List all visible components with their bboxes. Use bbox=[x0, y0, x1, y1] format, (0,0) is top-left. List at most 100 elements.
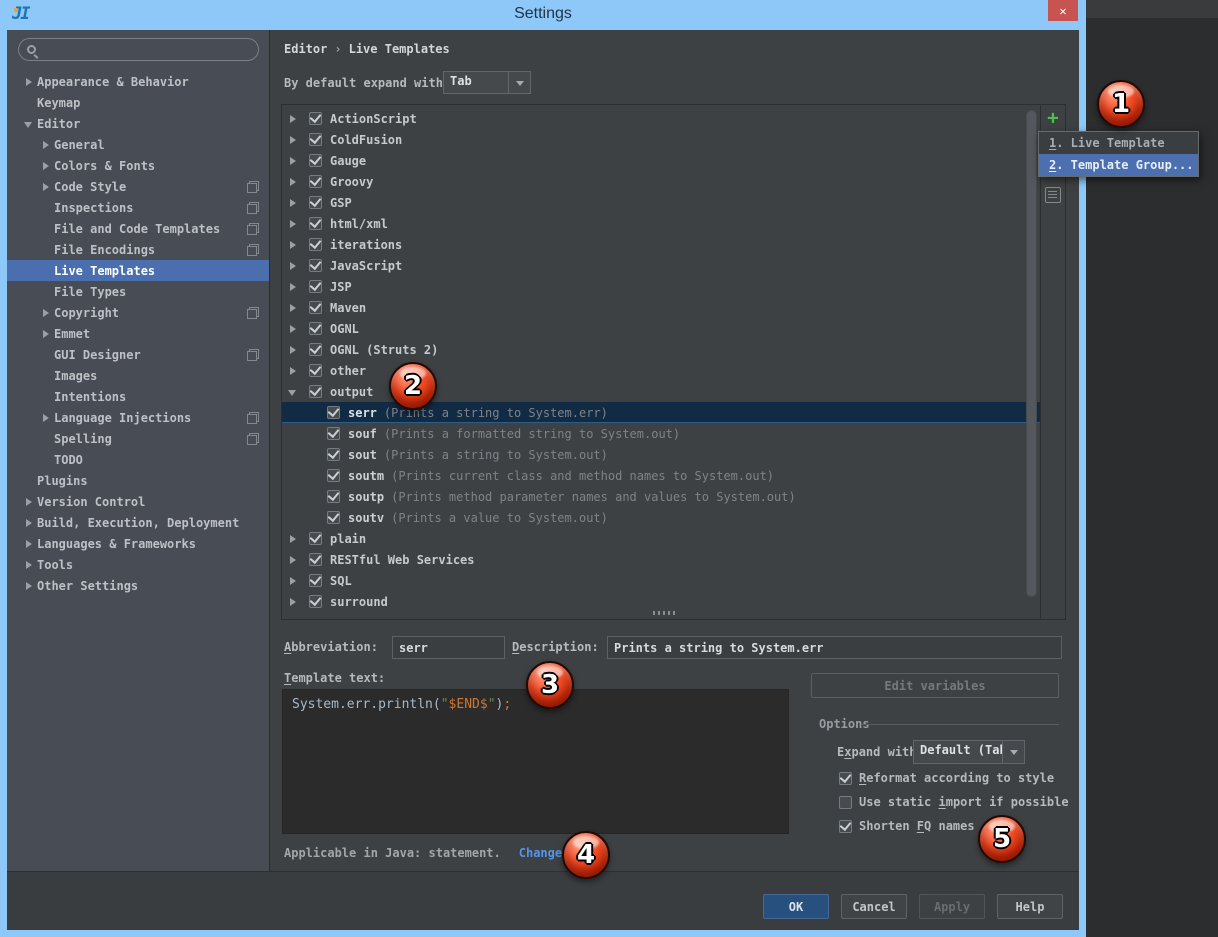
template-serr[interactable]: serr(Prints a string to System.err) bbox=[282, 402, 1040, 423]
sidebar-item-build-execution-deployment[interactable]: Build, Execution, Deployment bbox=[7, 512, 269, 533]
template-checkbox[interactable] bbox=[309, 112, 322, 125]
template-checkbox[interactable] bbox=[309, 280, 322, 293]
sidebar-item-file-encodings[interactable]: File Encodings bbox=[7, 239, 269, 260]
expand-arrow-icon[interactable] bbox=[287, 239, 301, 251]
chevron-down-icon[interactable] bbox=[1002, 741, 1024, 763]
template-group-surround[interactable]: surround bbox=[282, 591, 1040, 612]
sidebar-item-copyright[interactable]: Copyright bbox=[7, 302, 269, 323]
expand-arrow-icon[interactable] bbox=[287, 575, 301, 587]
breadcrumb-editor[interactable]: Editor bbox=[284, 42, 327, 56]
template-group-plain[interactable]: plain bbox=[282, 528, 1040, 549]
sidebar-item-live-templates[interactable]: Live Templates bbox=[7, 260, 269, 281]
expand-with-select[interactable]: Default (Tab) bbox=[913, 740, 1025, 764]
template-checkbox[interactable] bbox=[327, 406, 340, 419]
template-soutp[interactable]: soutp(Prints method parameter names and … bbox=[282, 486, 1040, 507]
template-group-jsp[interactable]: JSP bbox=[282, 276, 1040, 297]
sidebar-item-file-and-code-templates[interactable]: File and Code Templates bbox=[7, 218, 269, 239]
option-checkbox[interactable] bbox=[839, 820, 852, 833]
sidebar-item-keymap[interactable]: Keymap bbox=[7, 92, 269, 113]
expand-arrow-icon[interactable] bbox=[287, 386, 301, 398]
template-checkbox[interactable] bbox=[309, 217, 322, 230]
template-checkbox[interactable] bbox=[327, 469, 340, 482]
template-group-javascript[interactable]: JavaScript bbox=[282, 255, 1040, 276]
sidebar-item-appearance-behavior[interactable]: Appearance & Behavior bbox=[7, 71, 269, 92]
template-group-coldfusion[interactable]: ColdFusion bbox=[282, 129, 1040, 150]
ok-button[interactable]: OK bbox=[763, 894, 829, 919]
template-group-sql[interactable]: SQL bbox=[282, 570, 1040, 591]
expand-arrow-icon[interactable] bbox=[287, 218, 301, 230]
add-template-icon[interactable]: + bbox=[1041, 108, 1065, 128]
template-group-gsp[interactable]: GSP bbox=[282, 192, 1040, 213]
expand-arrow-icon[interactable] bbox=[23, 76, 37, 88]
expand-arrow-icon[interactable] bbox=[40, 307, 54, 319]
cancel-button[interactable]: Cancel bbox=[841, 894, 907, 919]
sidebar-item-version-control[interactable]: Version Control bbox=[7, 491, 269, 512]
close-button[interactable]: ✕ bbox=[1048, 0, 1078, 21]
template-checkbox[interactable] bbox=[309, 238, 322, 251]
expand-arrow-icon[interactable] bbox=[287, 176, 301, 188]
template-group-ognl[interactable]: OGNL bbox=[282, 318, 1040, 339]
sidebar-item-general[interactable]: General bbox=[7, 134, 269, 155]
template-sout[interactable]: sout(Prints a string to System.out) bbox=[282, 444, 1040, 465]
popup-item-live-template[interactable]: 1. Live Template bbox=[1039, 132, 1198, 154]
expand-arrow-icon[interactable] bbox=[23, 496, 37, 508]
template-soutv[interactable]: soutv(Prints a value to System.out) bbox=[282, 507, 1040, 528]
expand-arrow-icon[interactable] bbox=[40, 160, 54, 172]
expand-arrow-icon[interactable] bbox=[23, 580, 37, 592]
expand-arrow-icon[interactable] bbox=[287, 596, 301, 608]
template-group-maven[interactable]: Maven bbox=[282, 297, 1040, 318]
option-checkbox[interactable] bbox=[839, 796, 852, 809]
template-group-restful-web-services[interactable]: RESTful Web Services bbox=[282, 549, 1040, 570]
sidebar-item-tools[interactable]: Tools bbox=[7, 554, 269, 575]
expand-arrow-icon[interactable] bbox=[287, 344, 301, 356]
option-shorten-fq-names[interactable]: Shorten FQ names bbox=[839, 819, 975, 833]
sidebar-item-code-style[interactable]: Code Style bbox=[7, 176, 269, 197]
expand-arrow-icon[interactable] bbox=[23, 517, 37, 529]
template-checkbox[interactable] bbox=[327, 448, 340, 461]
option-reformat-according-to-style[interactable]: Reformat according to style bbox=[839, 771, 1054, 785]
expand-arrow-icon[interactable] bbox=[40, 328, 54, 340]
template-checkbox[interactable] bbox=[309, 595, 322, 608]
sidebar-item-images[interactable]: Images bbox=[7, 365, 269, 386]
option-use-static-import-if-possible[interactable]: Use static import if possible bbox=[839, 795, 1069, 809]
description-input[interactable] bbox=[607, 636, 1062, 659]
template-checkbox[interactable] bbox=[309, 343, 322, 356]
template-checkbox[interactable] bbox=[327, 511, 340, 524]
sort-list-icon[interactable] bbox=[1045, 187, 1061, 203]
sidebar-item-editor[interactable]: Editor bbox=[7, 113, 269, 134]
template-soutm[interactable]: soutm(Prints current class and method na… bbox=[282, 465, 1040, 486]
template-group-iterations[interactable]: iterations bbox=[282, 234, 1040, 255]
template-checkbox[interactable] bbox=[309, 196, 322, 209]
template-group-gauge[interactable]: Gauge bbox=[282, 150, 1040, 171]
expand-arrow-icon[interactable] bbox=[287, 323, 301, 335]
template-checkbox[interactable] bbox=[327, 427, 340, 440]
template-group-html-xml[interactable]: html/xml bbox=[282, 213, 1040, 234]
expand-arrow-icon[interactable] bbox=[23, 559, 37, 571]
expand-arrow-icon[interactable] bbox=[23, 538, 37, 550]
template-checkbox[interactable] bbox=[309, 259, 322, 272]
abbreviation-input[interactable] bbox=[392, 636, 505, 659]
chevron-down-icon[interactable] bbox=[508, 72, 530, 93]
popup-item-template-group[interactable]: 2. Template Group... bbox=[1039, 154, 1198, 176]
sidebar-item-colors-fonts[interactable]: Colors & Fonts bbox=[7, 155, 269, 176]
template-checkbox[interactable] bbox=[309, 385, 322, 398]
expand-arrow-icon[interactable] bbox=[287, 533, 301, 545]
template-group-actionscript[interactable]: ActionScript bbox=[282, 108, 1040, 129]
sidebar-item-language-injections[interactable]: Language Injections bbox=[7, 407, 269, 428]
expand-arrow-icon[interactable] bbox=[287, 365, 301, 377]
template-group-groovy[interactable]: Groovy bbox=[282, 171, 1040, 192]
expand-arrow-icon[interactable] bbox=[287, 113, 301, 125]
settings-search-box[interactable] bbox=[18, 38, 259, 61]
template-editor[interactable]: System.err.println("$END$"); bbox=[282, 689, 789, 834]
expand-arrow-icon[interactable] bbox=[40, 181, 54, 193]
settings-search-input[interactable] bbox=[42, 43, 250, 57]
expand-arrow-icon[interactable] bbox=[287, 554, 301, 566]
template-checkbox[interactable] bbox=[309, 133, 322, 146]
template-checkbox[interactable] bbox=[309, 301, 322, 314]
option-checkbox[interactable] bbox=[839, 772, 852, 785]
template-checkbox[interactable] bbox=[309, 364, 322, 377]
expand-arrow-icon[interactable] bbox=[287, 302, 301, 314]
sidebar-item-languages-frameworks[interactable]: Languages & Frameworks bbox=[7, 533, 269, 554]
template-souf[interactable]: souf(Prints a formatted string to System… bbox=[282, 423, 1040, 444]
help-button[interactable]: Help bbox=[997, 894, 1063, 919]
